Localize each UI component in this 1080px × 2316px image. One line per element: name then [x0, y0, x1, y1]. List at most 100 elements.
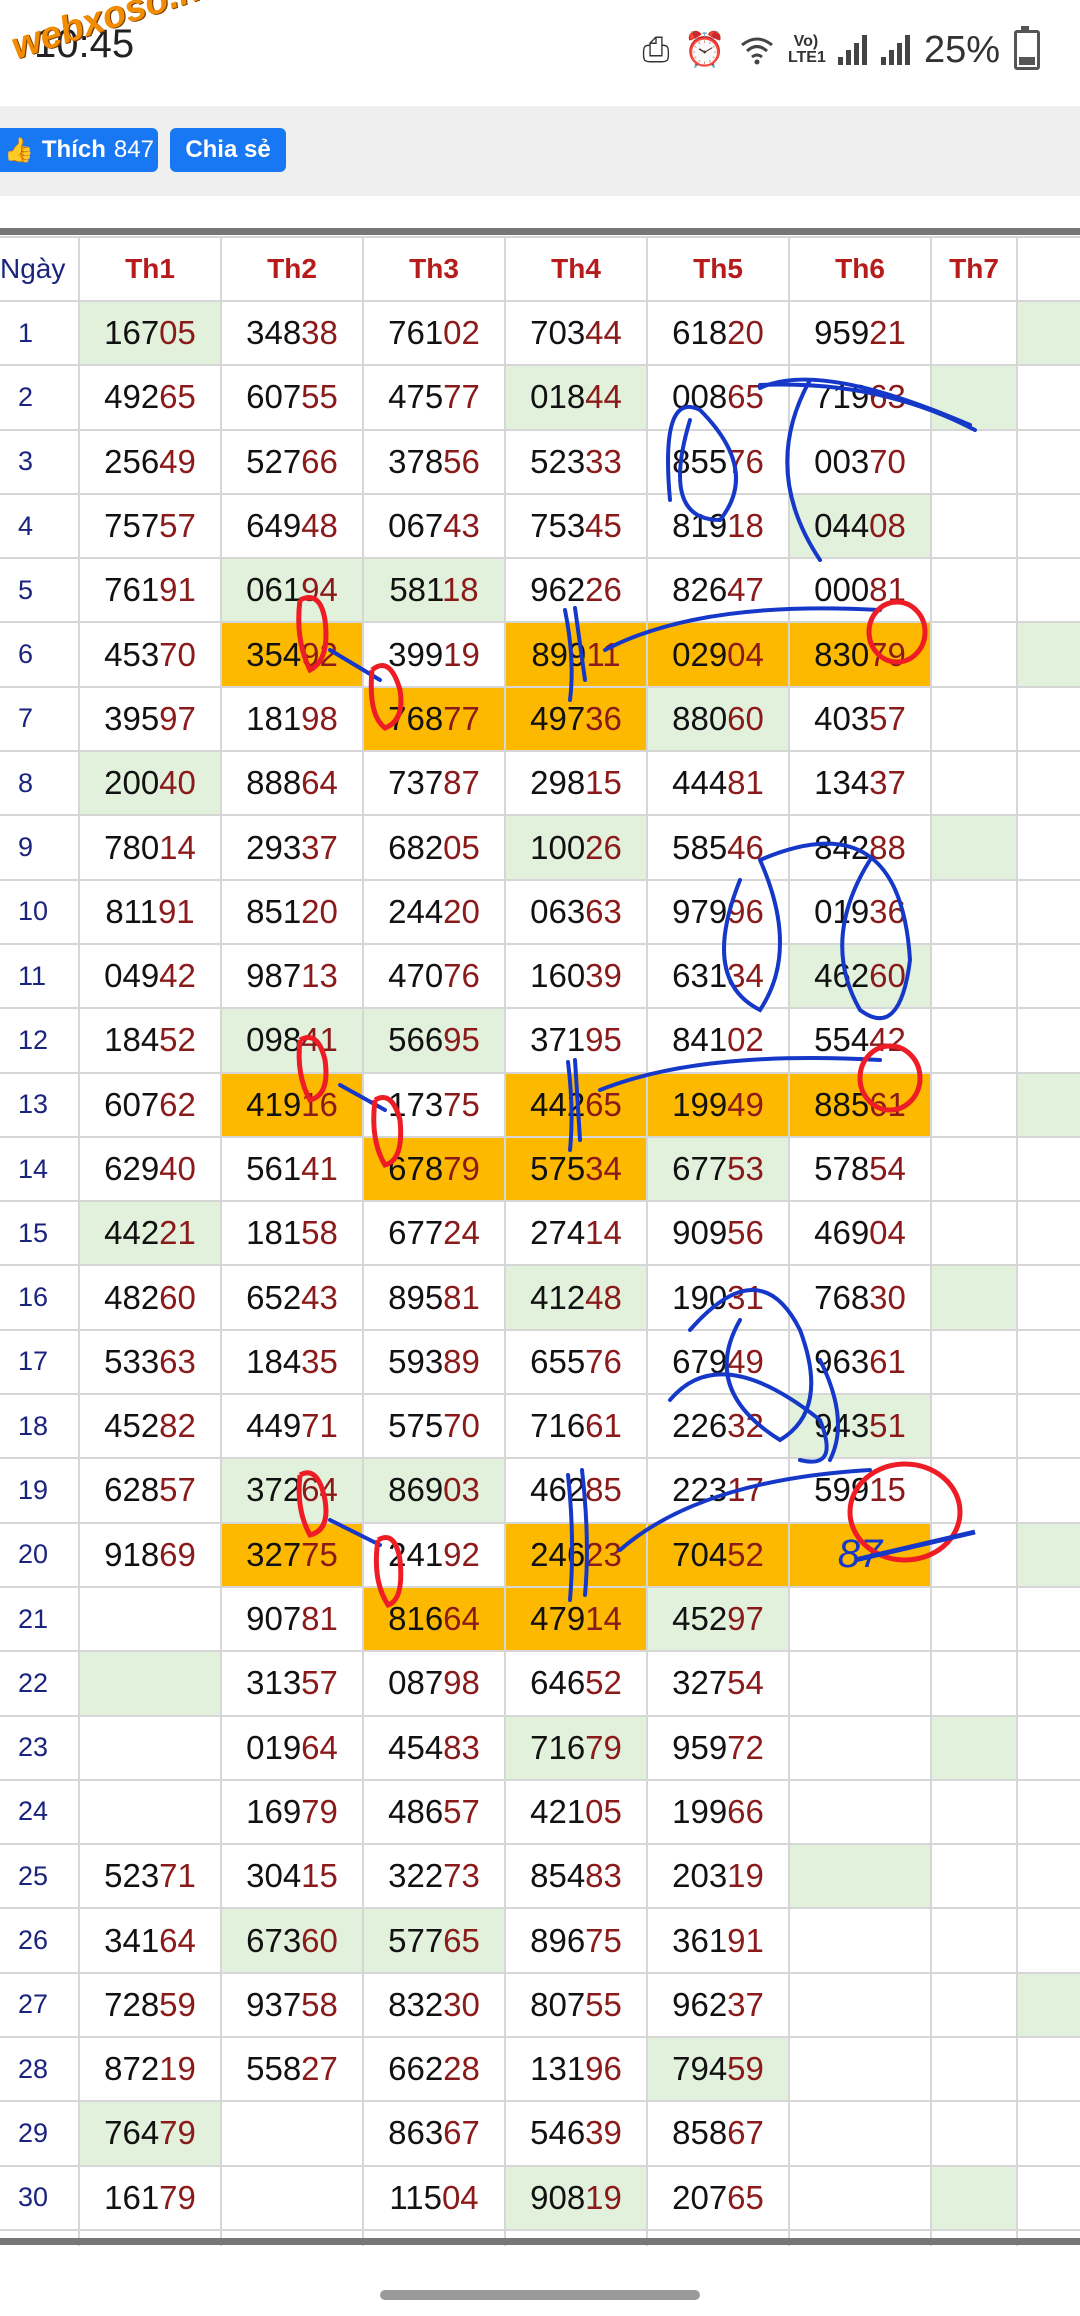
result-cell: 68205 — [362, 814, 506, 881]
result-tail-digits: 49 — [727, 1085, 764, 1123]
result-tail-digits: 60 — [869, 957, 906, 995]
signal-icon — [837, 35, 867, 65]
result-tail-digits: 20 — [443, 892, 480, 930]
result-tail-digits: 38 — [301, 314, 338, 352]
result-head-digits: 719 — [814, 378, 870, 416]
result-head-digits: 462 — [814, 957, 870, 995]
result-cell: 57534 — [504, 1135, 648, 1203]
result-cell: 20765 — [646, 2164, 790, 2231]
result-head-digits: 244 — [388, 892, 444, 930]
result-cell — [1016, 2036, 1080, 2103]
result-tail-digits: 63 — [159, 1342, 196, 1380]
result-cell — [1016, 1907, 1080, 1974]
result-cell — [1016, 557, 1080, 624]
result-tail-digits: 16 — [301, 1085, 338, 1123]
result-cell: 81918 — [646, 492, 790, 560]
result-tail-digits: 18 — [727, 507, 764, 545]
result-cell — [1016, 1714, 1080, 1781]
result-head-digits: 115 — [389, 2178, 442, 2216]
results-table-container[interactable]: NgàyTh1Th2Th3Th4Th5Th6Th7Th8 11670534838… — [0, 228, 1080, 2246]
result-cell — [1016, 1650, 1080, 1717]
result-head-digits: 907 — [246, 1600, 302, 1638]
result-cell: 44221 — [78, 1200, 222, 1267]
result-cell: 06194 — [220, 557, 364, 624]
result-tail-digits: 76 — [443, 957, 480, 995]
result-tail-digits: 79 — [443, 1150, 480, 1187]
result-tail-digits: 41 — [301, 1150, 338, 1187]
result-cell: 29815 — [504, 750, 648, 817]
result-head-digits: 161 — [104, 2178, 160, 2216]
result-tail-digits: 54 — [727, 1664, 764, 1702]
result-head-digits: 412 — [530, 1278, 586, 1316]
result-tail-digits: 77 — [443, 699, 480, 737]
result-cell: 20040 — [78, 750, 222, 817]
day-cell: 15 — [0, 1200, 80, 1267]
result-head-digits: 442 — [530, 1085, 586, 1123]
result-cell — [78, 1778, 222, 1846]
table-row: 27 72859 93758 83230 80755 96237 — [0, 1971, 1080, 2039]
result-cell: 70452 — [646, 1521, 790, 1588]
day-cell: 26 — [0, 1907, 80, 1974]
result-cell: 40357 — [788, 685, 932, 753]
result-cell: 44265 — [504, 1071, 648, 1138]
result-tail-digits: 36 — [869, 892, 906, 930]
result-head-digits: 655 — [530, 1342, 586, 1380]
result-cell: 16179 — [78, 2164, 222, 2231]
result-tail-digits: 14 — [585, 1214, 622, 1252]
result-tail-digits: 03 — [443, 1471, 480, 1509]
result-head-digits: 019 — [814, 892, 870, 930]
header-th8: Th8 — [1016, 236, 1080, 302]
home-indicator[interactable] — [380, 2290, 700, 2300]
result-cell: 88060 — [646, 685, 790, 753]
header-th7: Th7 — [930, 236, 1018, 302]
table-row: 10 81191 85120 24420 06363 97996 01936 — [0, 878, 1080, 945]
day-cell: 11 — [0, 942, 80, 1010]
result-cell: 84288 — [788, 814, 932, 881]
header-th5: Th5 — [646, 236, 790, 302]
table-row: 20 91869 32775 24192 24623 70452 87 — [0, 1521, 1080, 1588]
result-cell: 56695 — [362, 1007, 506, 1074]
result-tail-digits: 27 — [301, 2050, 338, 2088]
result-head-digits: 546 — [530, 2114, 586, 2152]
result-cell — [1016, 814, 1080, 881]
result-cell — [930, 1907, 1018, 1974]
result-head-digits: 566 — [388, 1021, 444, 1059]
day-cell: 17 — [0, 1328, 80, 1396]
share-button[interactable]: Chia sẻ — [170, 128, 286, 172]
result-cell — [1016, 1778, 1080, 1846]
like-button[interactable]: 👍 Thích 847 — [0, 128, 158, 172]
result-cell: 78014 — [78, 814, 222, 881]
result-head-digits: 523 — [530, 442, 586, 480]
result-cell — [930, 428, 1018, 495]
result-cell: 58546 — [646, 814, 790, 881]
result-head-digits: 959 — [814, 314, 870, 352]
result-tail-digits: 96 — [585, 2050, 622, 2088]
result-cell: 13437 — [788, 750, 932, 817]
result-tail-digits: 61 — [585, 1407, 622, 1445]
table-header-row: NgàyTh1Th2Th3Th4Th5Th6Th7Th8 — [0, 236, 1080, 302]
result-cell: 01936 — [788, 878, 932, 945]
table-row: 29 76479 86367 54639 85867 — [0, 2100, 1080, 2167]
result-head-digits: 585 — [672, 828, 728, 866]
result-tail-digits: 19 — [727, 1857, 764, 1895]
result-tail-digits: 65 — [585, 1085, 622, 1123]
table-row: 6 45370 35492 39919 89911 02904 83079 — [0, 621, 1080, 688]
result-cell: 24623 — [504, 1521, 648, 1588]
day-cell: 28 — [0, 2036, 80, 2103]
result-head-digits: 869 — [388, 1471, 444, 1509]
result-cell: 76102 — [362, 299, 506, 367]
result-cell — [788, 1843, 932, 1910]
result-head-digits: 885 — [814, 1085, 870, 1123]
result-tail-digits: 05 — [159, 314, 196, 352]
result-head-digits: 470 — [388, 957, 444, 995]
result-cell: 32775 — [220, 1521, 364, 1588]
result-tail-digits: 91 — [159, 571, 196, 609]
result-tail-digits: 30 — [443, 1985, 480, 2023]
result-head-digits: 578 — [814, 1150, 870, 1187]
result-head-digits: 190 — [672, 1278, 728, 1316]
result-head-digits: 895 — [388, 1278, 444, 1316]
result-head-digits: 673 — [246, 1921, 302, 1959]
header-th2: Th2 — [220, 236, 364, 302]
result-cell: 62857 — [78, 1457, 222, 1524]
result-head-digits: 029 — [672, 635, 728, 673]
